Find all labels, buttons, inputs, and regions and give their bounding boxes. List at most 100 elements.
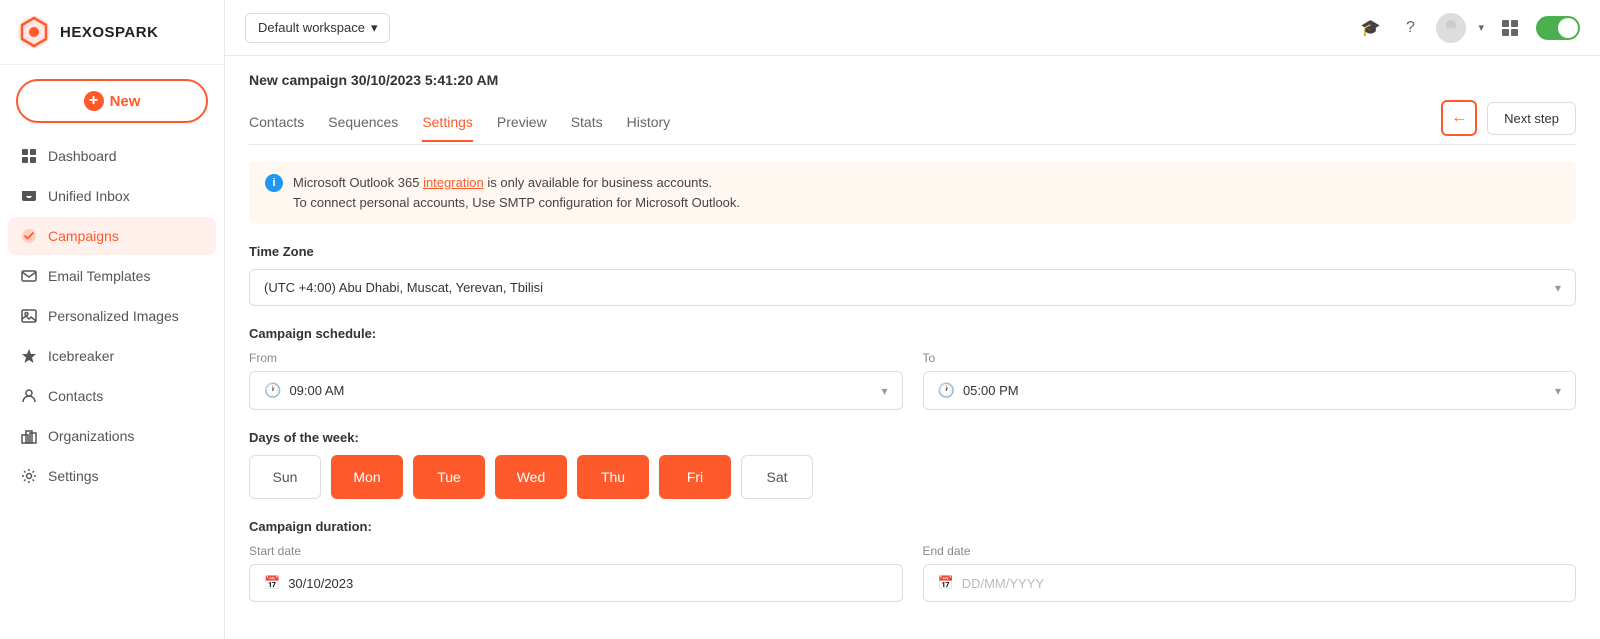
- calendar-icon-start: 📅: [264, 575, 280, 591]
- workspace-chevron-icon: ▾: [371, 20, 378, 36]
- sidebar-item-icebreaker[interactable]: Icebreaker: [8, 337, 216, 375]
- day-sun[interactable]: Sun: [249, 455, 321, 499]
- toggle-knob: [1558, 18, 1578, 38]
- grid-icon: [20, 147, 38, 165]
- calendar-icon-end: 📅: [938, 575, 954, 591]
- info-text: Microsoft Outlook 365 integration is onl…: [293, 173, 740, 212]
- sidebar-item-campaigns[interactable]: Campaigns: [8, 217, 216, 255]
- start-date-value: 30/10/2023: [288, 576, 353, 591]
- timezone-chevron-icon: ▾: [1555, 281, 1561, 295]
- to-value: 05:00 PM: [963, 383, 1547, 398]
- new-button-label: New: [110, 93, 141, 110]
- to-chevron-icon: ▾: [1555, 384, 1561, 398]
- from-label: From: [249, 351, 903, 365]
- from-value: 09:00 AM: [289, 383, 873, 398]
- toggle-switch[interactable]: [1536, 16, 1580, 40]
- day-fri[interactable]: Fri: [659, 455, 731, 499]
- day-mon[interactable]: Mon: [331, 455, 403, 499]
- duration-label: Campaign duration:: [249, 519, 1576, 534]
- sidebar-item-email-templates[interactable]: Email Templates: [8, 257, 216, 295]
- time-row: From 🕐 09:00 AM ▾ To 🕐 05:00 PM ▾: [249, 351, 1576, 410]
- tab-contacts[interactable]: Contacts: [249, 104, 304, 142]
- info-icon: i: [265, 174, 283, 192]
- start-date-label: Start date: [249, 544, 903, 558]
- days-label: Days of the week:: [249, 430, 1576, 445]
- to-field: To 🕐 05:00 PM ▾: [923, 351, 1577, 410]
- sidebar-item-dashboard[interactable]: Dashboard: [8, 137, 216, 175]
- campaigns-icon: [20, 227, 38, 245]
- sidebar-item-unified-inbox[interactable]: Unified Inbox: [8, 177, 216, 215]
- tabs-actions: ← Next step: [1441, 100, 1576, 144]
- day-tue[interactable]: Tue: [413, 455, 485, 499]
- end-date-input[interactable]: 📅 DD/MM/YYYY: [923, 564, 1577, 602]
- apps-grid-icon[interactable]: [1496, 14, 1524, 42]
- tab-sequences[interactable]: Sequences: [328, 104, 398, 142]
- from-select[interactable]: 🕐 09:00 AM ▾: [249, 371, 903, 410]
- start-date-input[interactable]: 📅 30/10/2023: [249, 564, 903, 602]
- inbox-icon: [20, 187, 38, 205]
- timezone-label: Time Zone: [249, 244, 1576, 259]
- sidebar-label-personalized-images: Personalized Images: [48, 308, 179, 324]
- gear-icon: [20, 467, 38, 485]
- from-chevron-icon: ▾: [881, 384, 887, 398]
- sidebar-label-icebreaker: Icebreaker: [48, 348, 114, 364]
- email-icon: [20, 267, 38, 285]
- avatar[interactable]: [1436, 13, 1466, 43]
- timezone-value: (UTC +4:00) Abu Dhabi, Muscat, Yerevan, …: [264, 280, 543, 295]
- to-label: To: [923, 351, 1577, 365]
- info-banner: i Microsoft Outlook 365 integration is o…: [249, 161, 1576, 224]
- day-sat[interactable]: Sat: [741, 455, 813, 499]
- contacts-icon: [20, 387, 38, 405]
- end-date-placeholder: DD/MM/YYYY: [962, 576, 1044, 591]
- info-line2: To connect personal accounts, Use SMTP c…: [293, 195, 740, 210]
- sidebar-label-organizations: Organizations: [48, 428, 134, 444]
- sidebar-nav: Dashboard Unified Inbox Campaigns: [0, 137, 224, 495]
- workspace-label: Default workspace: [258, 20, 365, 35]
- sidebar-label-settings: Settings: [48, 468, 99, 484]
- timezone-select[interactable]: (UTC +4:00) Abu Dhabi, Muscat, Yerevan, …: [249, 269, 1576, 306]
- day-wed[interactable]: Wed: [495, 455, 567, 499]
- plus-icon: +: [84, 91, 104, 111]
- organizations-icon: [20, 427, 38, 445]
- days-row: Sun Mon Tue Wed Thu Fri Sat: [249, 455, 1576, 499]
- sidebar-item-settings[interactable]: Settings: [8, 457, 216, 495]
- new-button[interactable]: + New: [16, 79, 208, 123]
- tab-history[interactable]: History: [627, 104, 671, 142]
- info-link[interactable]: integration: [423, 175, 484, 190]
- clock-icon-to: 🕐: [938, 382, 955, 399]
- avatar-chevron-icon: ▾: [1478, 21, 1484, 34]
- graduation-icon[interactable]: 🎓: [1356, 14, 1384, 42]
- topbar: Default workspace ▾ 🎓 ? ▾: [225, 0, 1600, 56]
- end-date-field: End date 📅 DD/MM/YYYY: [923, 544, 1577, 602]
- duration-section: Campaign duration: Start date 📅 30/10/20…: [249, 519, 1576, 602]
- to-select[interactable]: 🕐 05:00 PM ▾: [923, 371, 1577, 410]
- help-icon[interactable]: ?: [1396, 14, 1424, 42]
- sidebar-item-organizations[interactable]: Organizations: [8, 417, 216, 455]
- clock-icon-from: 🕐: [264, 382, 281, 399]
- logo-area: HEXOSPARK: [0, 0, 224, 65]
- sidebar-label-dashboard: Dashboard: [48, 148, 117, 164]
- back-button[interactable]: ←: [1441, 100, 1477, 136]
- date-row: Start date 📅 30/10/2023 End date 📅 DD/MM…: [249, 544, 1576, 602]
- info-line1-prefix: Microsoft Outlook 365: [293, 175, 423, 190]
- sidebar-label-unified-inbox: Unified Inbox: [48, 188, 130, 204]
- tab-stats[interactable]: Stats: [571, 104, 603, 142]
- tab-preview[interactable]: Preview: [497, 104, 547, 142]
- hexospark-logo-icon: [16, 14, 52, 50]
- image-icon: [20, 307, 38, 325]
- timezone-section: Time Zone (UTC +4:00) Abu Dhabi, Muscat,…: [249, 244, 1576, 306]
- from-field: From 🕐 09:00 AM ▾: [249, 351, 903, 410]
- workspace-selector[interactable]: Default workspace ▾: [245, 13, 390, 43]
- schedule-label: Campaign schedule:: [249, 326, 1576, 341]
- sidebar-item-contacts[interactable]: Contacts: [8, 377, 216, 415]
- days-section: Days of the week: Sun Mon Tue Wed Thu Fr…: [249, 430, 1576, 499]
- day-thu[interactable]: Thu: [577, 455, 649, 499]
- tabs-bar: Contacts Sequences Settings Preview Stat…: [249, 100, 1576, 145]
- icebreaker-icon: [20, 347, 38, 365]
- sidebar-item-personalized-images[interactable]: Personalized Images: [8, 297, 216, 335]
- next-step-button[interactable]: Next step: [1487, 102, 1576, 135]
- sidebar-label-campaigns: Campaigns: [48, 228, 119, 244]
- schedule-section: Campaign schedule: From 🕐 09:00 AM ▾ To: [249, 326, 1576, 410]
- logo-text: HEXOSPARK: [60, 24, 158, 41]
- tab-settings[interactable]: Settings: [422, 104, 473, 142]
